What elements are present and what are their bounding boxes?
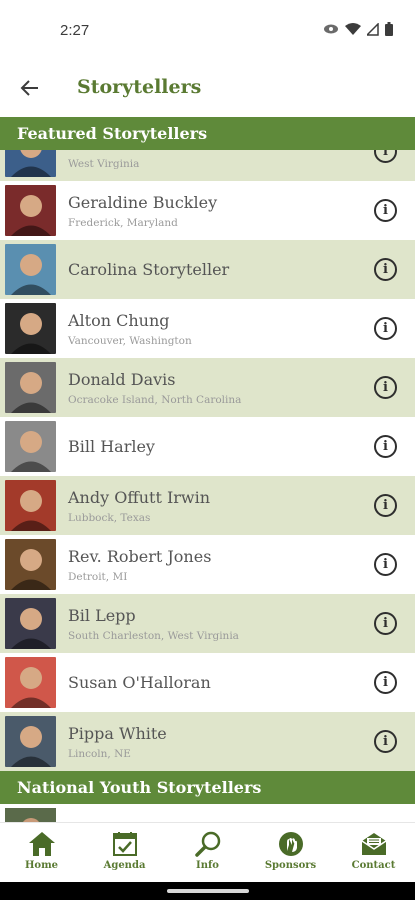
- storyteller-name: Bil Lepp: [68, 606, 136, 625]
- status-time: 2:27: [60, 22, 90, 39]
- storyteller-row[interactable]: Alton Chung Vancouver, Washington i: [0, 299, 415, 358]
- info-icon[interactable]: i: [374, 671, 397, 694]
- eye-icon: [323, 23, 339, 35]
- nav-label: Home: [24, 860, 59, 871]
- page-title: Storytellers: [77, 76, 202, 98]
- storyteller-location: West Virginia: [68, 158, 140, 170]
- storyteller-name: Bill Harley: [68, 437, 155, 456]
- search-icon: [194, 831, 220, 857]
- storyteller-photo: [5, 421, 56, 472]
- storyteller-photo: [5, 539, 56, 590]
- storyteller-list[interactable]: West Virginia i Geraldine Buckley Frederick…: [0, 150, 415, 771]
- arrow-left-icon: [20, 80, 38, 96]
- storyteller-location: South Charleston, West Virginia: [68, 630, 239, 642]
- info-icon[interactable]: i: [374, 612, 397, 635]
- storyteller-row[interactable]: Andy Offutt Irwin Lubbock, Texas i: [0, 476, 415, 535]
- storyteller-photo: [5, 244, 56, 295]
- storyteller-photo: [5, 657, 56, 708]
- info-icon[interactable]: i: [374, 376, 397, 399]
- storyteller-location: Frederick, Maryland: [68, 217, 178, 229]
- info-icon[interactable]: i: [374, 553, 397, 576]
- storyteller-name: Susan O'Halloran: [68, 673, 211, 692]
- storyteller-row[interactable]: Rev. Robert Jones Detroit, MI i: [0, 535, 415, 594]
- storyteller-name: Rev. Robert Jones: [68, 547, 212, 566]
- storyteller-location: Detroit, MI: [68, 571, 128, 583]
- info-icon[interactable]: i: [374, 730, 397, 753]
- gesture-bar: [0, 882, 415, 900]
- nav-label: Contact: [351, 860, 396, 871]
- storyteller-location: Lubbock, Texas: [68, 512, 151, 524]
- storyteller-row[interactable]: Donald Davis Ocracoke Island, North Carol…: [0, 358, 415, 417]
- status-bar: 2:27: [0, 0, 415, 60]
- status-icons: [323, 22, 393, 36]
- nav-label: Agenda: [103, 860, 146, 871]
- storyteller-location: Ocracoke Island, North Carolina: [68, 394, 242, 406]
- wifi-icon: [345, 22, 361, 36]
- signal-icon: [367, 22, 379, 36]
- info-icon[interactable]: i: [374, 317, 397, 340]
- storyteller-row[interactable]: Susan O'Halloran i: [0, 653, 415, 712]
- bottom-nav: Home Agenda Info Sponsors Contact: [0, 822, 415, 882]
- info-icon[interactable]: i: [374, 150, 397, 163]
- nav-contact[interactable]: Contact: [332, 823, 415, 882]
- storyteller-row[interactable]: Geraldine Buckley Frederick, Maryland i: [0, 181, 415, 240]
- storyteller-photo: [5, 150, 56, 177]
- storyteller-name: Carolina Storyteller: [68, 260, 230, 279]
- info-icon[interactable]: i: [374, 199, 397, 222]
- nav-info[interactable]: Info: [166, 823, 249, 882]
- storyteller-photo: [5, 303, 56, 354]
- storyteller-name: Pippa White: [68, 724, 167, 743]
- sponsors-icon: [278, 832, 303, 856]
- agenda-icon: [112, 832, 137, 856]
- battery-icon: [385, 22, 393, 36]
- info-icon[interactable]: i: [374, 258, 397, 281]
- info-icon[interactable]: i: [374, 435, 397, 458]
- back-button[interactable]: [14, 72, 46, 104]
- home-gesture-handle[interactable]: [167, 889, 249, 893]
- storyteller-row[interactable]: West Virginia i: [0, 150, 415, 181]
- storyteller-photo: [5, 362, 56, 413]
- storyteller-photo: [5, 598, 56, 649]
- storyteller-row[interactable]: Bill Harley i: [0, 417, 415, 476]
- home-icon: [28, 832, 55, 856]
- nav-label: Info: [196, 860, 219, 871]
- nav-agenda[interactable]: Agenda: [83, 823, 166, 882]
- nav-home[interactable]: Home: [0, 823, 83, 882]
- storyteller-row[interactable]: Bil Lepp South Charleston, West Virginia i: [0, 594, 415, 653]
- storyteller-row[interactable]: Carolina Storyteller i: [0, 240, 415, 299]
- storyteller-photo: [5, 716, 56, 767]
- section-header-featured: Featured Storytellers: [0, 117, 415, 150]
- section-header-youth: National Youth Storytellers: [0, 771, 415, 804]
- info-icon[interactable]: i: [374, 494, 397, 517]
- storyteller-row[interactable]: Pippa White Lincoln, NE i: [0, 712, 415, 771]
- app-bar: Storytellers: [0, 60, 415, 116]
- storyteller-name: Donald Davis: [68, 370, 176, 389]
- nav-label: Sponsors: [264, 860, 317, 871]
- storyteller-location: Lincoln, NE: [68, 748, 131, 760]
- storyteller-name: Alton Chung: [68, 311, 170, 330]
- storyteller-location: Vancouver, Washington: [68, 335, 192, 347]
- mail-icon: [361, 833, 386, 855]
- storyteller-photo: [5, 480, 56, 531]
- storyteller-photo: [5, 185, 56, 236]
- nav-sponsors[interactable]: Sponsors: [249, 823, 332, 882]
- storyteller-name: Andy Offutt Irwin: [68, 488, 211, 507]
- storyteller-name: Geraldine Buckley: [68, 193, 218, 212]
